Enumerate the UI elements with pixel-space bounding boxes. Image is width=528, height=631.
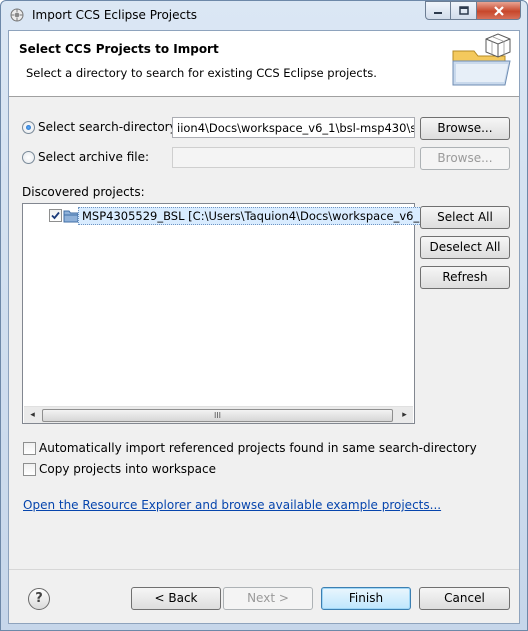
import-dialog-window: Import CCS Eclipse Projects Select CCS P… <box>0 0 528 631</box>
scrollbar-grip-icon: III <box>213 411 222 420</box>
close-icon <box>493 5 504 16</box>
copy-projects-checkbox[interactable] <box>23 463 36 476</box>
scroll-right-icon[interactable]: ▸ <box>396 407 413 424</box>
maximize-button[interactable] <box>451 1 477 20</box>
resource-explorer-link[interactable]: Open the Resource Explorer and browse av… <box>23 498 441 512</box>
browse-archive-button[interactable]: Browse... <box>420 147 510 170</box>
help-button[interactable]: ? <box>28 588 50 610</box>
copy-projects-label: Copy projects into workspace <box>39 462 217 476</box>
cancel-button[interactable]: Cancel <box>419 587 510 610</box>
back-button[interactable]: < Back <box>131 587 221 610</box>
scrollbar-thumb[interactable]: III <box>42 409 393 422</box>
select-all-button[interactable]: Select All <box>420 206 510 229</box>
archive-file-field[interactable] <box>172 147 415 168</box>
discovered-projects-list[interactable]: MSP4305529_BSL [C:\Users\Taquion4\Docs\w… <box>22 203 426 424</box>
caption-buttons <box>425 1 521 20</box>
wizard-banner: Select CCS Projects to Import Select a d… <box>9 31 519 97</box>
deselect-all-button[interactable]: Deselect All <box>420 236 510 259</box>
minimize-icon <box>434 11 442 14</box>
search-directory-field[interactable]: iion4\Docs\workspace_v6_1\bsl-msp430\src <box>172 117 415 138</box>
project-list-item[interactable]: MSP4305529_BSL [C:\Users\Taquion4\Docs\w… <box>78 207 426 225</box>
scroll-left-icon[interactable]: ◂ <box>24 407 41 424</box>
banner-subtitle: Select a directory to search for existin… <box>26 66 377 80</box>
checkmark-icon <box>51 211 60 220</box>
horizontal-scrollbar[interactable]: ◂ III ▸ <box>24 406 413 423</box>
next-button[interactable]: Next > <box>223 587 313 610</box>
browse-directory-button[interactable]: Browse... <box>420 117 510 140</box>
project-checkbox[interactable] <box>49 209 62 222</box>
footer-divider <box>9 569 519 570</box>
refresh-button[interactable]: Refresh <box>420 266 510 289</box>
window-title: Import CCS Eclipse Projects <box>32 8 198 22</box>
import-wizard-graphic-icon <box>452 33 511 86</box>
archive-file-label: Select archive file: <box>38 150 150 164</box>
banner-title: Select CCS Projects to Import <box>19 42 219 56</box>
discovered-projects-label: Discovered projects: <box>22 185 145 199</box>
maximize-icon <box>458 6 469 15</box>
project-folder-icon <box>63 210 79 223</box>
title-bar[interactable]: Import CCS Eclipse Projects <box>1 1 527 29</box>
minimize-button[interactable] <box>425 1 451 20</box>
auto-import-checkbox[interactable] <box>23 442 36 455</box>
finish-button[interactable]: Finish <box>321 587 411 610</box>
eclipse-app-icon <box>10 8 24 22</box>
search-directory-radio[interactable] <box>22 121 35 134</box>
auto-import-label: Automatically import referenced projects… <box>39 441 477 455</box>
close-button[interactable] <box>477 1 521 20</box>
archive-file-radio[interactable] <box>22 151 35 164</box>
help-icon: ? <box>35 591 43 606</box>
search-directory-label: Select search-directory: <box>38 120 180 134</box>
dialog-client-area: Select CCS Projects to Import Select a d… <box>8 30 520 624</box>
